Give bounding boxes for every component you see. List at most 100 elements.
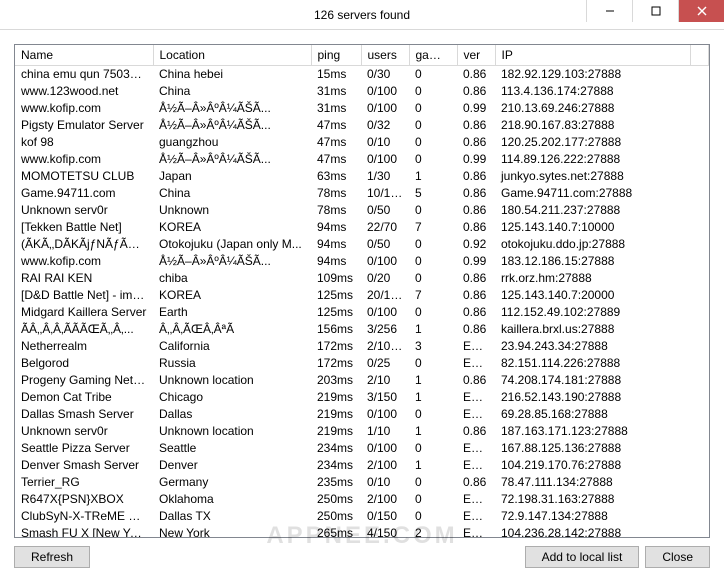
col-users-header[interactable]: users — [361, 45, 409, 66]
table-row[interactable]: [Tekken Battle Net]KOREA94ms22/7070.8612… — [15, 219, 709, 236]
table-scroll[interactable]: Name Location ping users games ver IP ch… — [15, 45, 709, 537]
cell-ip: 104.219.170.76:27888 — [495, 457, 691, 474]
minimize-button[interactable] — [586, 0, 632, 22]
table-row[interactable]: www.kofip.comÅ½Ã–Â»ÂºÂ¼ÃŠÃ...47ms0/10000… — [15, 151, 709, 168]
table-row[interactable]: ÃÂ‚‚Â‚Â‚ÃÃÃŒÃ‚‚Â‚...Â‚‚Â‚ÃŒÂ‚ÂªÃ156ms3/2… — [15, 321, 709, 338]
table-row[interactable]: Progeny Gaming NetworkUnknown location20… — [15, 372, 709, 389]
table-row[interactable]: Game.94711.comChina78ms10/10050.86Game.9… — [15, 185, 709, 202]
table-row[interactable]: Dallas Smash ServerDallas219ms0/1000EM..… — [15, 406, 709, 423]
cell-spacer — [691, 219, 709, 236]
cell-name: www.kofip.com — [15, 151, 153, 168]
table-row[interactable]: MOMOTETSU CLUBJapan63ms1/3010.86junkyo.s… — [15, 168, 709, 185]
cell-users: 0/100 — [361, 83, 409, 100]
table-row[interactable]: Terrier_RGGermany235ms0/1000.8678.47.111… — [15, 474, 709, 491]
cell-users: 0/32 — [361, 117, 409, 134]
table-row[interactable]: Denver Smash ServerDenver234ms2/1001EM..… — [15, 457, 709, 474]
table-row[interactable]: www.kofip.comÅ½Ã–Â»ÂºÂ¼ÃŠÃ...31ms0/10000… — [15, 100, 709, 117]
cell-ver: EM... — [457, 355, 495, 372]
cell-games: 7 — [409, 219, 457, 236]
cell-ip: 74.208.174.181:27888 — [495, 372, 691, 389]
cell-spacer — [691, 117, 709, 134]
cell-games: 1 — [409, 423, 457, 440]
table-row[interactable]: ClubSyN-X-TReME Emulin...Dallas TX250ms0… — [15, 508, 709, 525]
cell-name: Game.94711.com — [15, 185, 153, 202]
table-row[interactable]: (ÃKÃ‚‚DÃKÃjƒNÃƒÃÂƒ...Otokojuku (Japan on… — [15, 236, 709, 253]
cell-games: 1 — [409, 321, 457, 338]
cell-ip: 218.90.167.83:27888 — [495, 117, 691, 134]
cell-users: 3/150 — [361, 389, 409, 406]
cell-games: 0 — [409, 406, 457, 423]
table-row[interactable]: RAI RAI KENchiba109ms0/2000.86rrk.orz.hm… — [15, 270, 709, 287]
col-ping-header[interactable]: ping — [311, 45, 361, 66]
cell-ver: 0.86 — [457, 83, 495, 100]
cell-games: 0 — [409, 100, 457, 117]
cell-games: 0 — [409, 134, 457, 151]
cell-users: 2/100 — [361, 491, 409, 508]
cell-games: 0 — [409, 66, 457, 83]
table-row[interactable]: www.123wood.netChina31ms0/10000.86113.4.… — [15, 83, 709, 100]
close-window-button[interactable] — [678, 0, 724, 22]
col-name-header[interactable]: Name — [15, 45, 153, 66]
cell-spacer — [691, 253, 709, 270]
footer-buttons: Refresh Add to local list Close — [14, 538, 710, 578]
cell-spacer — [691, 202, 709, 219]
table-row[interactable]: NetherrealmCalifornia172ms2/10243EM...23… — [15, 338, 709, 355]
cell-spacer — [691, 491, 709, 508]
maximize-button[interactable] — [632, 0, 678, 22]
cell-ping: 156ms — [311, 321, 361, 338]
cell-games: 0 — [409, 440, 457, 457]
cell-ping: 172ms — [311, 355, 361, 372]
table-row[interactable]: china emu qun 7503151China hebei15ms0/30… — [15, 66, 709, 83]
cell-ping: 235ms — [311, 474, 361, 491]
close-button[interactable]: Close — [645, 546, 710, 568]
cell-ping: 47ms — [311, 134, 361, 151]
cell-ping: 63ms — [311, 168, 361, 185]
cell-location: Unknown location — [153, 372, 311, 389]
cell-ip: 104.236.28.142:27888 — [495, 525, 691, 538]
table-row[interactable]: R647X{PSN}XBOXOklahoma250ms2/1000EM...72… — [15, 491, 709, 508]
refresh-button[interactable]: Refresh — [14, 546, 90, 568]
cell-games: 1 — [409, 372, 457, 389]
table-row[interactable]: Unknown serv0rUnknown location219ms1/101… — [15, 423, 709, 440]
cell-ver: EM... — [457, 525, 495, 538]
cell-users: 0/30 — [361, 66, 409, 83]
cell-ip: 112.152.49.102:27889 — [495, 304, 691, 321]
table-row[interactable]: kof 98guangzhou47ms0/1000.86120.25.202.1… — [15, 134, 709, 151]
cell-users: 0/100 — [361, 151, 409, 168]
cell-name: kof 98 — [15, 134, 153, 151]
cell-spacer — [691, 406, 709, 423]
table-row[interactable]: BelgorodRussia172ms0/250EM...82.151.114.… — [15, 355, 709, 372]
cell-ping: 31ms — [311, 83, 361, 100]
table-row[interactable]: [D&D Battle Net] - im si se...KOREA125ms… — [15, 287, 709, 304]
table-row[interactable]: Unknown serv0rUnknown78ms0/5000.86180.54… — [15, 202, 709, 219]
table-row[interactable]: Pigsty Emulator ServerÅ½Ã–Â»ÂºÂ¼ÃŠÃ...47… — [15, 117, 709, 134]
add-to-local-list-button[interactable]: Add to local list — [525, 546, 640, 568]
col-ver-header[interactable]: ver — [457, 45, 495, 66]
table-row[interactable]: www.kofip.comÅ½Ã–Â»ÂºÂ¼ÃŠÃ...94ms0/10000… — [15, 253, 709, 270]
cell-users: 10/100 — [361, 185, 409, 202]
cell-location: Å½Ã–Â»ÂºÂ¼ÃŠÃ... — [153, 100, 311, 117]
cell-ip: 187.163.171.123:27888 — [495, 423, 691, 440]
cell-name: R647X{PSN}XBOX — [15, 491, 153, 508]
cell-location: guangzhou — [153, 134, 311, 151]
cell-name: www.123wood.net — [15, 83, 153, 100]
cell-ping: 250ms — [311, 508, 361, 525]
table-row[interactable]: Midgard Kaillera ServerEarth125ms0/10000… — [15, 304, 709, 321]
titlebar: 126 servers found — [0, 0, 724, 30]
cell-ver: 0.99 — [457, 253, 495, 270]
table-row[interactable]: Smash FU X [New York]New York265ms4/1502… — [15, 525, 709, 538]
cell-spacer — [691, 83, 709, 100]
cell-ver: 0.86 — [457, 372, 495, 389]
cell-name: Seattle Pizza Server — [15, 440, 153, 457]
table-row[interactable]: Seattle Pizza ServerSeattle234ms0/1000EM… — [15, 440, 709, 457]
cell-ping: 31ms — [311, 100, 361, 117]
cell-users: 4/150 — [361, 525, 409, 538]
table-row[interactable]: Demon Cat TribeChicago219ms3/1501EM...21… — [15, 389, 709, 406]
col-games-header[interactable]: games — [409, 45, 457, 66]
cell-name: Pigsty Emulator Server — [15, 117, 153, 134]
cell-ver: 0.92 — [457, 236, 495, 253]
cell-location: Å½Ã–Â»ÂºÂ¼ÃŠÃ... — [153, 253, 311, 270]
col-location-header[interactable]: Location — [153, 45, 311, 66]
cell-users: 0/25 — [361, 355, 409, 372]
col-ip-header[interactable]: IP — [495, 45, 691, 66]
